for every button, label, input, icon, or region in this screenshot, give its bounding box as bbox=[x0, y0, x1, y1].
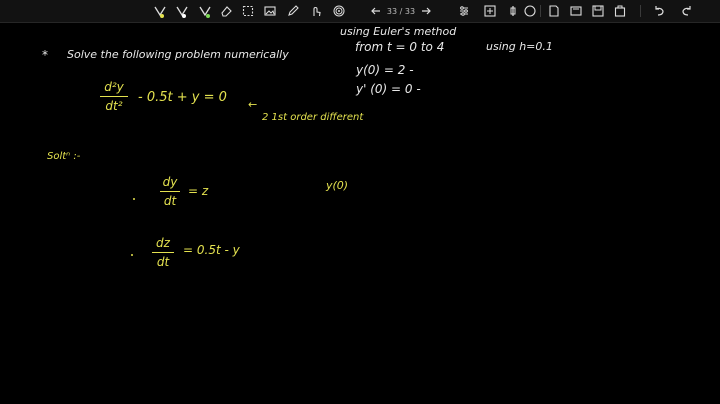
fraction-numerator: dz bbox=[156, 236, 170, 250]
prev-page-icon[interactable] bbox=[370, 5, 382, 17]
y0-note: y(0) bbox=[326, 179, 349, 192]
eraser-icon[interactable] bbox=[218, 3, 234, 19]
page-navigator: 33 / 33 bbox=[370, 2, 432, 20]
sliders-icon[interactable] bbox=[482, 3, 498, 19]
problem-text: Solve the following problem numerically bbox=[67, 48, 289, 61]
toolbar-separator bbox=[640, 5, 641, 17]
range-text: from t = 0 to 4 bbox=[355, 40, 445, 54]
toolbar: 33 / 33 bbox=[0, 0, 720, 23]
bullet-dot bbox=[133, 198, 135, 200]
dy-dt-rhs: = z bbox=[188, 184, 209, 198]
redo-icon[interactable] bbox=[679, 3, 695, 19]
touch-icon[interactable] bbox=[308, 3, 324, 19]
toolbar-separator bbox=[540, 5, 541, 17]
ode-equation: - 0.5t + y = 0 bbox=[138, 90, 227, 105]
fingerprint-icon[interactable] bbox=[331, 3, 347, 19]
fraction-numerator: d²y bbox=[104, 80, 124, 94]
shapes-icon[interactable] bbox=[505, 3, 521, 19]
view-icon[interactable] bbox=[568, 3, 584, 19]
initial-condition-y: y(0) = 2 - bbox=[356, 63, 414, 77]
settings-icon[interactable] bbox=[456, 3, 472, 19]
bullet-dot bbox=[131, 254, 133, 256]
new-page-icon[interactable] bbox=[546, 3, 562, 19]
image-icon[interactable] bbox=[262, 3, 278, 19]
fraction-bar bbox=[152, 252, 174, 253]
solution-label: Soltⁿ :- bbox=[47, 151, 81, 162]
toggle-icon[interactable] bbox=[522, 3, 538, 19]
undo-icon[interactable] bbox=[651, 3, 667, 19]
next-page-icon[interactable] bbox=[420, 5, 432, 17]
fraction-bar bbox=[160, 191, 180, 192]
export-icon[interactable] bbox=[612, 3, 628, 19]
method-text: using Euler's method bbox=[340, 25, 457, 38]
dy-dt-fraction: dy dt bbox=[160, 175, 180, 208]
fraction-numerator: dy bbox=[162, 175, 178, 189]
dz-dt-fraction: dz dt bbox=[152, 236, 174, 269]
fraction-denominator: dt bbox=[156, 255, 170, 269]
save-icon[interactable] bbox=[590, 3, 606, 19]
step-text: using h=0.1 bbox=[486, 40, 553, 53]
initial-condition-yprime: y' (0) = 0 - bbox=[356, 82, 421, 96]
page-indicator[interactable]: 33 / 33 bbox=[387, 7, 415, 16]
bullet-star: * bbox=[42, 48, 48, 62]
second-derivative-fraction: d²y dt² bbox=[100, 80, 128, 113]
lasso-icon[interactable] bbox=[240, 3, 256, 19]
fraction-denominator: dt bbox=[163, 194, 177, 208]
pen-1-icon[interactable] bbox=[152, 3, 168, 19]
pen-2-icon[interactable] bbox=[174, 3, 190, 19]
highlighter-icon[interactable] bbox=[197, 3, 213, 19]
pencil-icon[interactable] bbox=[285, 3, 301, 19]
ode-note: 2 1st order different bbox=[262, 112, 364, 123]
fraction-bar bbox=[100, 96, 128, 97]
fraction-denominator: dt² bbox=[105, 99, 123, 113]
dz-dt-rhs: = 0.5t - y bbox=[183, 243, 240, 257]
arrow-icon: ← bbox=[248, 98, 258, 111]
notes-canvas[interactable]: * Solve the following problem numericall… bbox=[0, 23, 720, 404]
